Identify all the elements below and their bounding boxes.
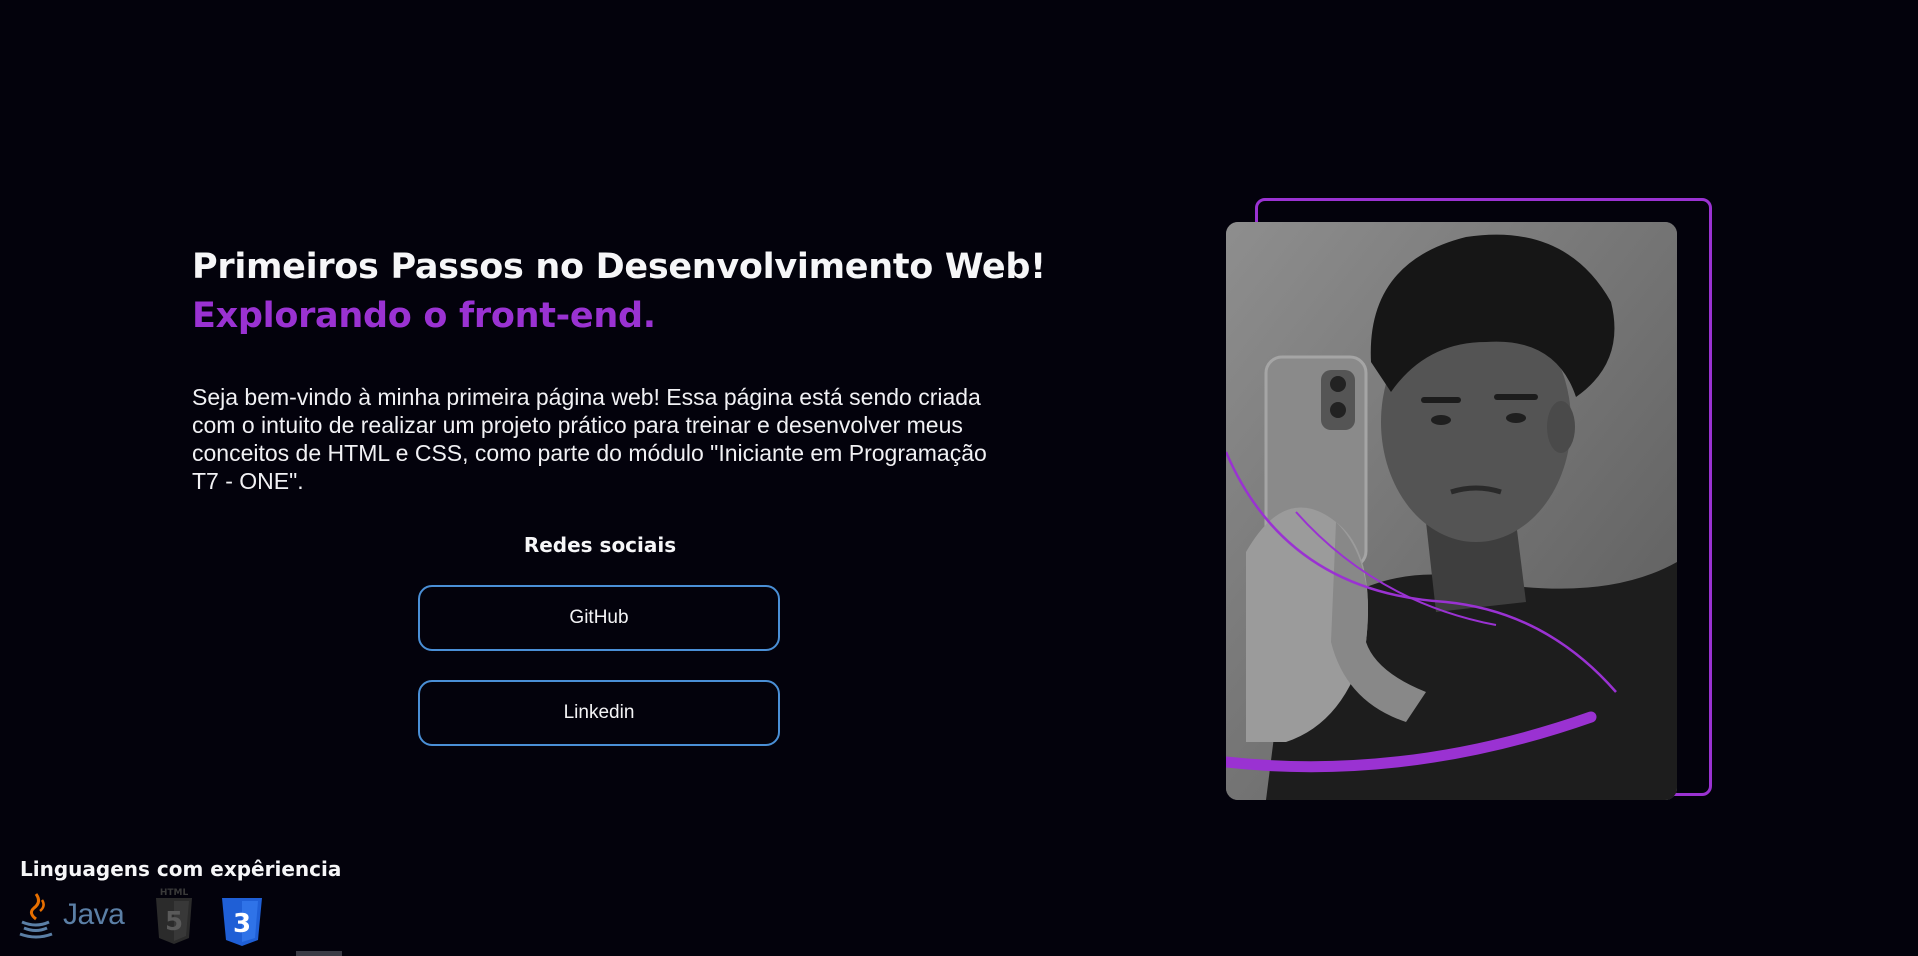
page-subtitle: Explorando o front-end.: [192, 296, 656, 336]
java-icon: [19, 893, 53, 939]
html5-icon-caption: HTML: [160, 888, 189, 898]
profile-photo: [1226, 222, 1677, 800]
page: Primeiros Passos no Desenvolvimento Web!…: [0, 0, 1918, 956]
css3-icon: 3: [222, 898, 262, 946]
linkedin-button[interactable]: Linkedin: [418, 680, 780, 746]
horizontal-scrollbar[interactable]: [296, 951, 342, 956]
page-title: Primeiros Passos no Desenvolvimento Web!: [192, 247, 1046, 287]
intro-paragraph: Seja bem-vindo à minha primeira página w…: [192, 384, 987, 494]
social-section-title: Redes sociais: [523, 533, 677, 557]
languages-section-title: Linguagens com expêriencia: [20, 857, 342, 881]
html5-icon: HTML 5: [156, 888, 192, 944]
css3-icon-badge: 3: [233, 909, 251, 939]
profile-photo-illustration: [1226, 222, 1677, 800]
html5-icon-badge: 5: [165, 907, 183, 937]
github-button[interactable]: GitHub: [418, 585, 780, 651]
java-label: Java: [63, 898, 125, 931]
